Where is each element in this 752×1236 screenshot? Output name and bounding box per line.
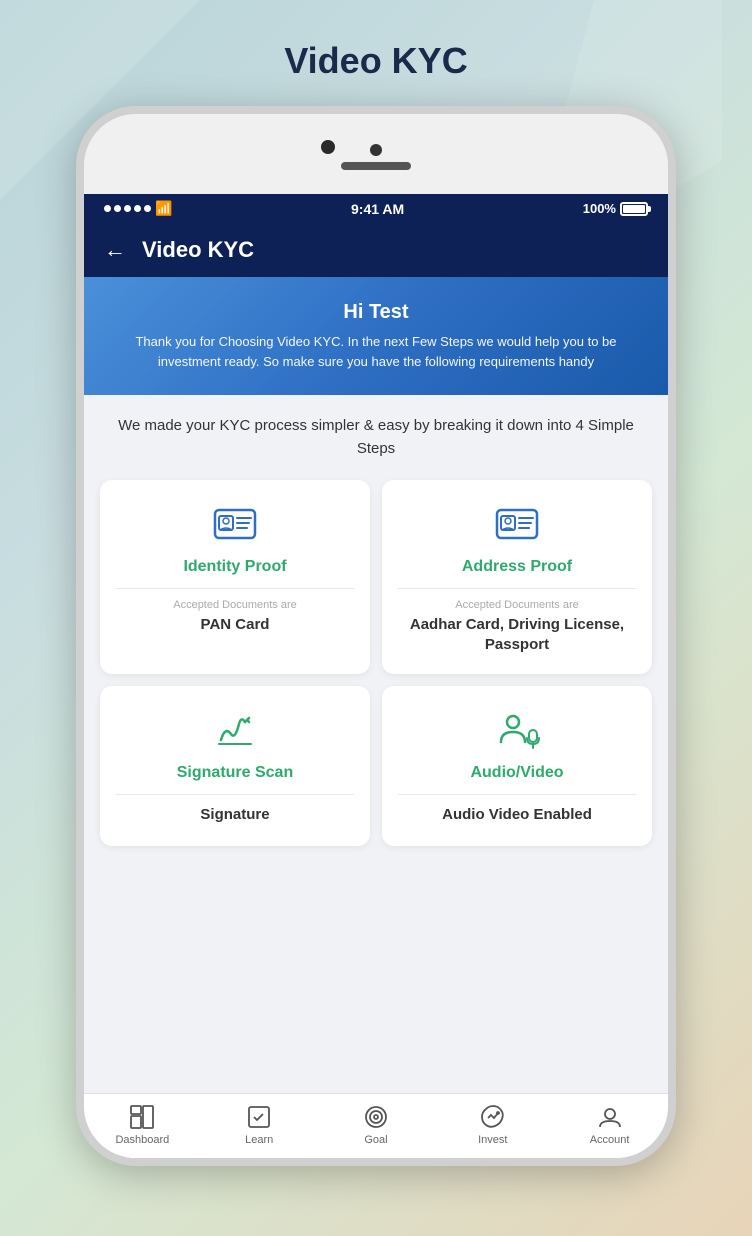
invest-icon (480, 1104, 506, 1130)
header-title: Video KYC (142, 237, 254, 263)
nav-item-invest[interactable]: Invest (434, 1104, 551, 1146)
address-proof-icon (493, 500, 541, 548)
banner-greeting: Hi Test (104, 301, 648, 324)
audio-video-doc: Audio Video Enabled (442, 805, 592, 825)
card-divider-4 (398, 794, 636, 795)
welcome-banner: Hi Test Thank you for Choosing Video KYC… (84, 277, 668, 395)
status-time: 9:41 AM (351, 201, 404, 217)
nav-label-invest: Invest (478, 1134, 507, 1146)
signature-scan-card[interactable]: Signature Scan Signature (100, 686, 370, 846)
kyc-cards-grid: Identity Proof Accepted Documents are PA… (84, 480, 668, 862)
nav-label-dashboard: Dashboard (115, 1134, 169, 1146)
identity-proof-doc: PAN Card (201, 615, 270, 635)
wifi-icon: 📶 (155, 200, 172, 217)
account-icon (597, 1104, 623, 1130)
app-header: ← Video KYC (84, 223, 668, 277)
status-left: 📶 (104, 200, 172, 217)
front-camera (321, 140, 335, 154)
bottom-nav: Dashboard Learn Goal (84, 1093, 668, 1158)
nav-label-account: Account (590, 1134, 630, 1146)
dashboard-icon (129, 1104, 155, 1130)
phone-screen: 📶 9:41 AM 100% ← Video KYC Hi Test Thank… (84, 194, 668, 1158)
signature-scan-icon (211, 706, 259, 754)
card-divider-3 (116, 794, 354, 795)
nav-label-learn: Learn (245, 1134, 273, 1146)
address-proof-doc: Aadhar Card, Driving License, Passport (398, 615, 636, 654)
nav-item-goal[interactable]: Goal (318, 1104, 435, 1146)
identity-proof-sub: Accepted Documents are (173, 599, 297, 611)
audio-video-icon (493, 706, 541, 754)
page-title: Video KYC (284, 40, 467, 82)
status-bar: 📶 9:41 AM 100% (84, 194, 668, 223)
card-divider-2 (398, 588, 636, 589)
goal-icon (363, 1104, 389, 1130)
back-button[interactable]: ← (104, 237, 126, 263)
status-right: 100% (583, 201, 648, 216)
camera (370, 144, 382, 156)
nav-item-account[interactable]: Account (551, 1104, 668, 1146)
nav-label-goal: Goal (364, 1134, 387, 1146)
card-divider-1 (116, 588, 354, 589)
address-proof-card[interactable]: Address Proof Accepted Documents are Aad… (382, 480, 652, 674)
identity-proof-icon (211, 500, 259, 548)
signature-scan-title: Signature Scan (177, 764, 293, 782)
phone-top (84, 114, 668, 194)
identity-proof-title: Identity Proof (183, 558, 286, 576)
scroll-content: Hi Test Thank you for Choosing Video KYC… (84, 277, 668, 1093)
audio-video-title: Audio/Video (470, 764, 563, 782)
signature-scan-doc: Signature (200, 805, 269, 825)
speaker (341, 162, 411, 170)
audio-video-card[interactable]: Audio/Video Audio Video Enabled (382, 686, 652, 846)
learn-icon (246, 1104, 272, 1130)
banner-message: Thank you for Choosing Video KYC. In the… (104, 332, 648, 371)
signal-dots (104, 205, 151, 212)
nav-item-learn[interactable]: Learn (201, 1104, 318, 1146)
identity-proof-card[interactable]: Identity Proof Accepted Documents are PA… (100, 480, 370, 674)
address-proof-title: Address Proof (462, 558, 572, 576)
battery-text: 100% (583, 201, 616, 216)
nav-item-dashboard[interactable]: Dashboard (84, 1104, 201, 1146)
phone-frame: 📶 9:41 AM 100% ← Video KYC Hi Test Thank… (76, 106, 676, 1166)
battery-icon (620, 202, 648, 216)
address-proof-sub: Accepted Documents are (455, 599, 579, 611)
steps-info: We made your KYC process simpler & easy … (84, 395, 668, 480)
